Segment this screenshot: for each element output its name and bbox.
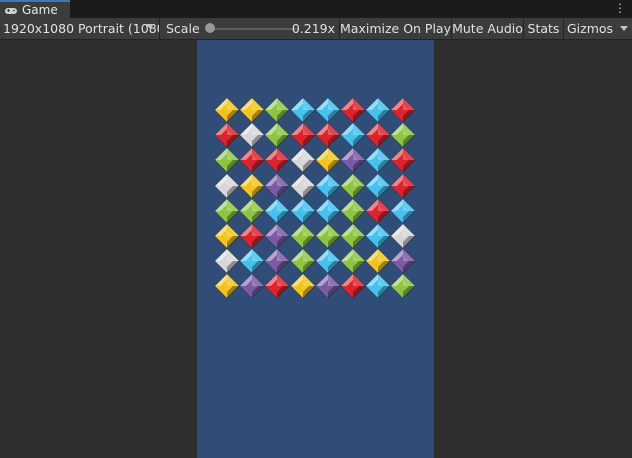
gem-green[interactable] <box>290 223 316 249</box>
gem-yellow[interactable] <box>239 97 265 123</box>
gem-red[interactable] <box>290 122 316 148</box>
game-view[interactable] <box>0 40 632 458</box>
gem-blue[interactable] <box>315 97 341 123</box>
gamepad-icon <box>4 5 18 15</box>
gem-blue[interactable] <box>365 273 391 299</box>
scale-label: Scale <box>166 21 200 36</box>
gem-green[interactable] <box>340 223 366 249</box>
gem-green[interactable] <box>214 198 240 224</box>
gem-green[interactable] <box>390 122 416 148</box>
gem-blue[interactable] <box>340 122 366 148</box>
gem-yellow[interactable] <box>214 97 240 123</box>
mute-audio-toggle[interactable]: Mute Audio <box>452 18 524 39</box>
tab-label: Game <box>22 3 58 17</box>
gem-yellow[interactable] <box>239 173 265 199</box>
stats-label: Stats <box>527 21 560 36</box>
gem-red[interactable] <box>264 147 290 173</box>
gem-purple[interactable] <box>264 223 290 249</box>
gem-red[interactable] <box>264 273 290 299</box>
gem-red[interactable] <box>340 273 366 299</box>
gem-red[interactable] <box>340 97 366 123</box>
scale-control: Scale 0.219x <box>160 18 340 39</box>
scale-slider-track[interactable] <box>206 28 298 30</box>
gem-white[interactable] <box>290 173 316 199</box>
scale-value: 0.219x <box>291 21 335 36</box>
gem-blue[interactable] <box>290 198 316 224</box>
gem-white[interactable] <box>239 122 265 148</box>
game-toolbar: 1920x1080 Portrait (1080 Scale 0.219x Ma… <box>0 18 632 40</box>
gem-blue[interactable] <box>315 173 341 199</box>
kebab-menu-icon[interactable]: ⋮ <box>614 1 626 15</box>
gizmos-toggle[interactable]: Gizmos <box>564 18 616 39</box>
gem-blue[interactable] <box>365 173 391 199</box>
gem-yellow[interactable] <box>214 273 240 299</box>
gem-red[interactable] <box>390 97 416 123</box>
chevron-down-icon <box>146 24 154 29</box>
resolution-label: 1920x1080 Portrait (1080 <box>3 21 160 36</box>
gem-blue[interactable] <box>365 97 391 123</box>
gem-yellow[interactable] <box>214 223 240 249</box>
gem-purple[interactable] <box>264 173 290 199</box>
gem-red[interactable] <box>365 198 391 224</box>
gem-red[interactable] <box>390 147 416 173</box>
gem-green[interactable] <box>214 147 240 173</box>
gem-yellow[interactable] <box>315 147 341 173</box>
gem-blue[interactable] <box>315 198 341 224</box>
scale-slider-thumb[interactable] <box>204 23 215 33</box>
gem-white[interactable] <box>214 248 240 274</box>
gem-green[interactable] <box>264 97 290 123</box>
gizmos-label: Gizmos <box>567 21 614 36</box>
gem-green[interactable] <box>264 122 290 148</box>
gem-blue[interactable] <box>365 223 391 249</box>
maximize-on-play-toggle[interactable]: Maximize On Play <box>340 18 452 39</box>
gem-green[interactable] <box>340 173 366 199</box>
gem-red[interactable] <box>239 223 265 249</box>
gem-blue[interactable] <box>239 248 265 274</box>
gem-white[interactable] <box>290 147 316 173</box>
gem-yellow[interactable] <box>290 273 316 299</box>
gem-yellow[interactable] <box>365 248 391 274</box>
gem-red[interactable] <box>315 122 341 148</box>
chevron-down-icon <box>620 26 628 31</box>
gem-white[interactable] <box>214 173 240 199</box>
gem-blue[interactable] <box>264 198 290 224</box>
gem-red[interactable] <box>239 147 265 173</box>
gem-blue[interactable] <box>315 248 341 274</box>
gem-purple[interactable] <box>315 273 341 299</box>
stats-toggle[interactable]: Stats <box>524 18 564 39</box>
gem-blue[interactable] <box>390 198 416 224</box>
gem-green[interactable] <box>239 198 265 224</box>
gem-green[interactable] <box>340 198 366 224</box>
gem-blue[interactable] <box>365 147 391 173</box>
gem-green[interactable] <box>340 248 366 274</box>
tab-bar: Game ⋮ <box>0 0 632 19</box>
gem-purple[interactable] <box>390 248 416 274</box>
gem-green[interactable] <box>315 223 341 249</box>
gem-blue[interactable] <box>290 97 316 123</box>
gem-green[interactable] <box>290 248 316 274</box>
mute-label: Mute Audio <box>452 21 523 36</box>
gem-white[interactable] <box>390 223 416 249</box>
gizmos-dropdown[interactable] <box>616 18 632 39</box>
gem-purple[interactable] <box>239 273 265 299</box>
gem-purple[interactable] <box>340 147 366 173</box>
maximize-label: Maximize On Play <box>340 21 451 36</box>
gem-red[interactable] <box>214 122 240 148</box>
gem-red[interactable] <box>365 122 391 148</box>
gem-green[interactable] <box>390 273 416 299</box>
gem-purple[interactable] <box>264 248 290 274</box>
resolution-dropdown[interactable]: 1920x1080 Portrait (1080 <box>0 18 160 39</box>
gem-red[interactable] <box>390 173 416 199</box>
game-canvas[interactable] <box>197 40 434 458</box>
tab-game[interactable]: Game <box>0 0 70 18</box>
